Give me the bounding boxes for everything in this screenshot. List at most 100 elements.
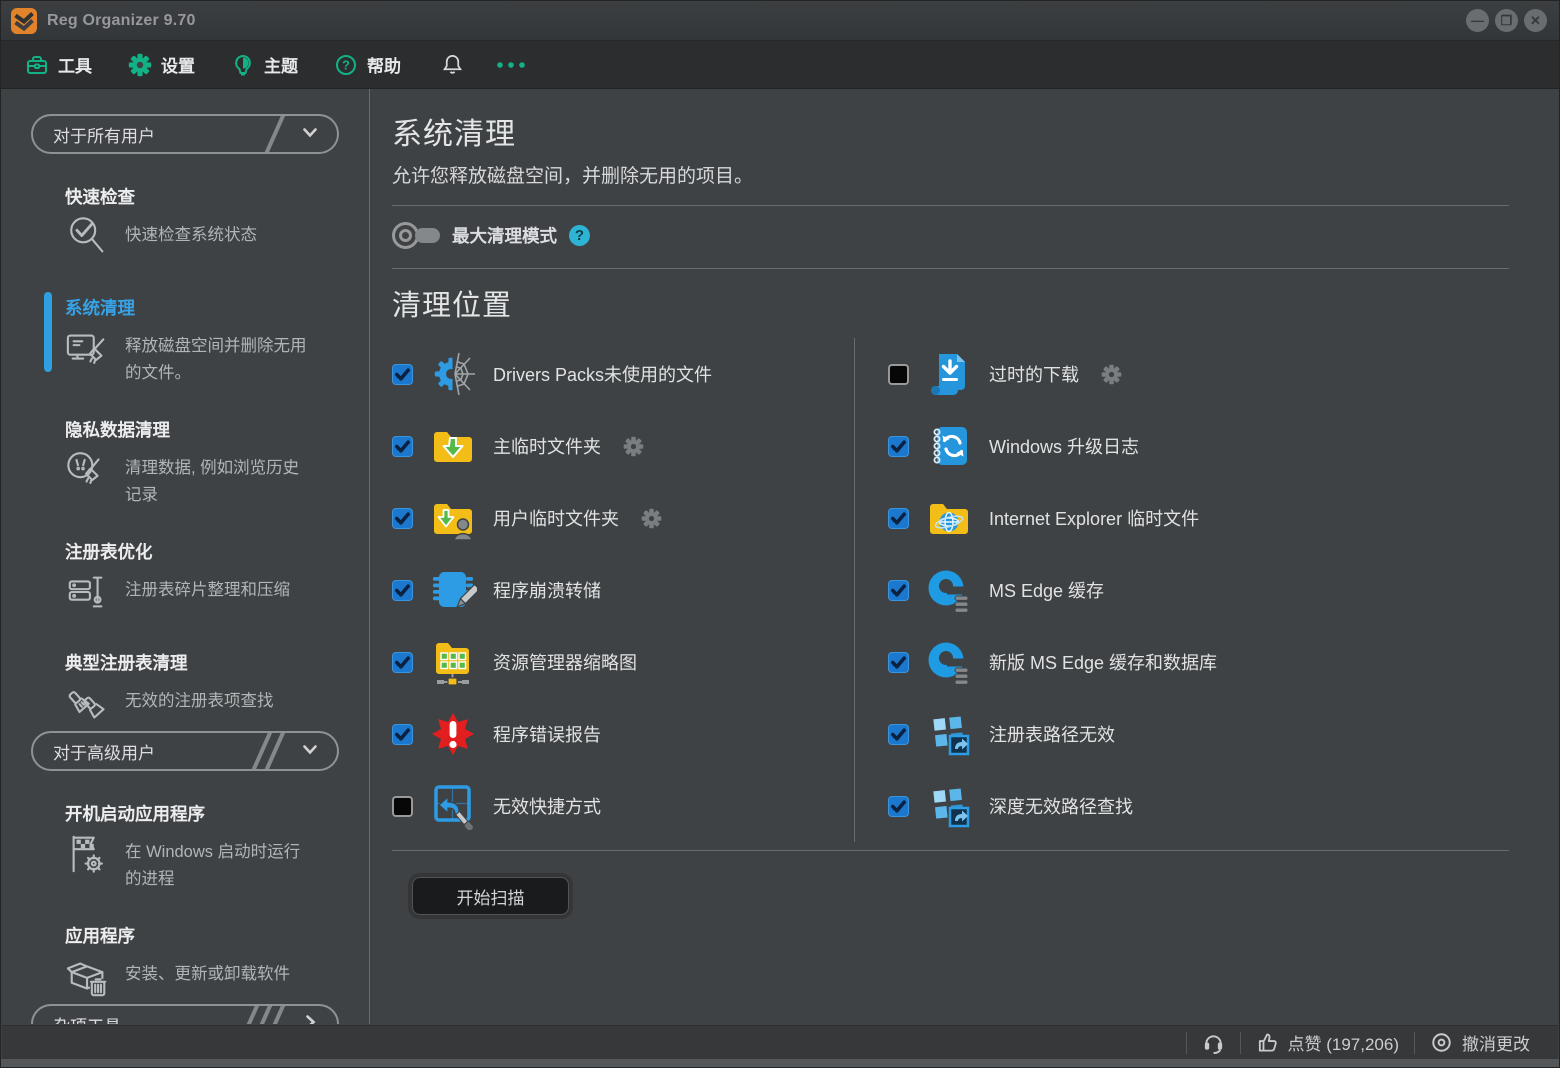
edge-new-cache-icon (923, 636, 975, 688)
toolbar-theme[interactable]: 主题 (231, 52, 298, 77)
cleanup-item-label: Drivers Packs未使用的文件 (493, 361, 712, 387)
cleanup-item: 深度无效路径查找 (888, 770, 1509, 842)
checkbox-checked[interactable] (888, 796, 909, 817)
toolbox-icon (25, 53, 49, 77)
outdated-downloads-icon (923, 348, 975, 400)
statusbar-separator (1240, 1032, 1241, 1054)
sidebar-item-desc: 释放磁盘空间并删除无用的文件。 (125, 325, 307, 387)
cleanup-item-label: Windows 升级日志 (989, 433, 1139, 459)
item-settings-gear-icon[interactable] (1101, 364, 1122, 385)
checkbox-checked[interactable] (392, 724, 413, 745)
headset-icon (1202, 1031, 1225, 1054)
sidebar-item-desc: 快速检查系统状态 (125, 214, 307, 249)
max-clean-toggle-label: 最大清理模式 (452, 223, 557, 248)
sidebar-group-header[interactable]: 杂项工具 (31, 1004, 339, 1024)
registry-optimize-icon (65, 569, 113, 620)
page-subtitle: 允许您释放磁盘空间，并删除无用的项目。 (392, 161, 1509, 188)
selected-indicator (44, 292, 52, 372)
checkbox-unchecked[interactable] (392, 796, 413, 817)
undo-changes-button[interactable]: 撤消更改 (1430, 1030, 1530, 1055)
sidebar-item-title: 系统清理 (65, 295, 359, 320)
quick-check-icon (65, 214, 113, 265)
checkbox-checked[interactable] (392, 580, 413, 601)
sidebar-group-label: 对于所有用户 (53, 122, 155, 147)
edge-cache-icon (923, 564, 975, 616)
sidebar-item-startup-apps[interactable]: 开机启动应用程序在 Windows 启动时运行的进程 (65, 801, 359, 893)
deep-path-search-icon (923, 780, 975, 832)
cleanup-item-label: 程序错误报告 (493, 721, 601, 747)
cleanup-item: Internet Explorer 临时文件 (888, 482, 1509, 554)
error-reports-icon (427, 708, 479, 760)
cleanup-item: Drivers Packs未使用的文件 (392, 338, 854, 410)
sidebar-item-quick-check[interactable]: 快速检查快速检查系统状态 (65, 184, 359, 265)
cleanup-item: Windows 升级日志 (888, 410, 1509, 482)
statusbar-separator (1414, 1032, 1415, 1054)
toolbar-settings-label: 设置 (161, 52, 195, 77)
toolbar-tools-label: 工具 (58, 52, 92, 77)
cleanup-item: 主临时文件夹 (392, 410, 854, 482)
cleanup-item: 无效快捷方式 (392, 770, 854, 842)
sidebar-item-desc: 注册表碎片整理和压缩 (125, 569, 307, 604)
temp-folder-icon (427, 420, 479, 472)
pill-stripe (259, 114, 287, 154)
crash-dumps-icon (427, 564, 479, 616)
checkbox-checked[interactable] (392, 652, 413, 673)
question-icon: ? (334, 53, 358, 77)
toolbar-tools[interactable]: 工具 (25, 52, 92, 77)
divider (392, 268, 1509, 269)
item-settings-gear-icon[interactable] (641, 508, 662, 529)
sidebar-group-header[interactable]: 对于所有用户 (31, 114, 339, 154)
sidebar-group-label: 对于高级用户 (53, 739, 155, 764)
sidebar-item-privacy-cleanup[interactable]: 隐私数据清理清理数据, 例如浏览历史记录 (65, 417, 359, 509)
checkbox-checked[interactable] (392, 436, 413, 457)
typical-registry-cleanup-icon (65, 680, 113, 731)
explorer-thumbnails-icon (427, 636, 479, 688)
bell-icon[interactable] (441, 53, 464, 76)
checkbox-checked[interactable] (392, 364, 413, 385)
checkbox-unchecked[interactable] (888, 364, 909, 385)
toolbar-help-label: 帮助 (367, 52, 401, 77)
sidebar-item-registry-optimize[interactable]: 注册表优化注册表碎片整理和压缩 (65, 539, 359, 620)
checkbox-checked[interactable] (392, 508, 413, 529)
start-scan-button[interactable]: 开始扫描 (412, 877, 569, 915)
cleanup-item: MS Edge 缓存 (888, 554, 1509, 626)
checkbox-checked[interactable] (888, 508, 909, 529)
sidebar-item-applications[interactable]: 应用程序安装、更新或卸载软件 (65, 923, 359, 1004)
drivers-packs-icon (427, 348, 479, 400)
toolbar-help[interactable]: ? 帮助 (334, 52, 401, 77)
window-title: Reg Organizer 9.70 (47, 12, 196, 30)
undo-label: 撤消更改 (1462, 1030, 1530, 1055)
toolbar-settings[interactable]: 设置 (128, 52, 195, 77)
sidebar-item-system-cleanup[interactable]: 系统清理释放磁盘空间并删除无用的文件。 (65, 295, 359, 387)
cleanup-item-label: 主临时文件夹 (493, 433, 601, 459)
sidebar-group-header[interactable]: 对于高级用户 (31, 731, 339, 771)
page-title: 系统清理 (392, 109, 1509, 153)
like-button[interactable]: 点赞 (197,206) (1256, 1030, 1400, 1055)
cleanup-item: 资源管理器缩略图 (392, 626, 854, 698)
checkbox-checked[interactable] (888, 652, 909, 673)
maximize-button[interactable]: ❐ (1495, 9, 1518, 32)
cleanup-item-label: 程序崩溃转储 (493, 577, 601, 603)
sidebar-item-desc: 在 Windows 启动时运行的进程 (125, 831, 307, 893)
startup-apps-icon (65, 831, 113, 882)
ie-temp-files-icon (923, 492, 975, 544)
checkbox-checked[interactable] (888, 580, 909, 601)
help-icon[interactable]: ? (569, 225, 590, 246)
close-button[interactable]: ✕ (1524, 9, 1547, 32)
checkbox-checked[interactable] (888, 436, 909, 457)
sidebar: 对于所有用户快速检查快速检查系统状态系统清理释放磁盘空间并删除无用的文件。隐私数… (1, 89, 369, 1024)
item-settings-gear-icon[interactable] (623, 436, 644, 457)
sidebar-item-title: 快速检查 (65, 184, 359, 209)
support-button[interactable] (1202, 1031, 1225, 1054)
checkbox-checked[interactable] (888, 724, 909, 745)
max-clean-toggle[interactable] (392, 222, 440, 249)
cleanup-item-label: 新版 MS Edge 缓存和数据库 (989, 649, 1217, 675)
sidebar-item-desc: 清理数据, 例如浏览历史记录 (125, 447, 307, 509)
sidebar-item-title: 开机启动应用程序 (65, 801, 359, 826)
sidebar-item-typical-registry-cleanup[interactable]: 典型注册表清理无效的注册表项查找 (65, 650, 359, 731)
titlebar: Reg Organizer 9.70 — ❐ ✕ (1, 1, 1559, 41)
cleanup-item: 程序崩溃转储 (392, 554, 854, 626)
cleanup-item-label: 用户临时文件夹 (493, 505, 619, 531)
overflow-menu-icon[interactable] (494, 59, 528, 71)
minimize-button[interactable]: — (1466, 9, 1489, 32)
